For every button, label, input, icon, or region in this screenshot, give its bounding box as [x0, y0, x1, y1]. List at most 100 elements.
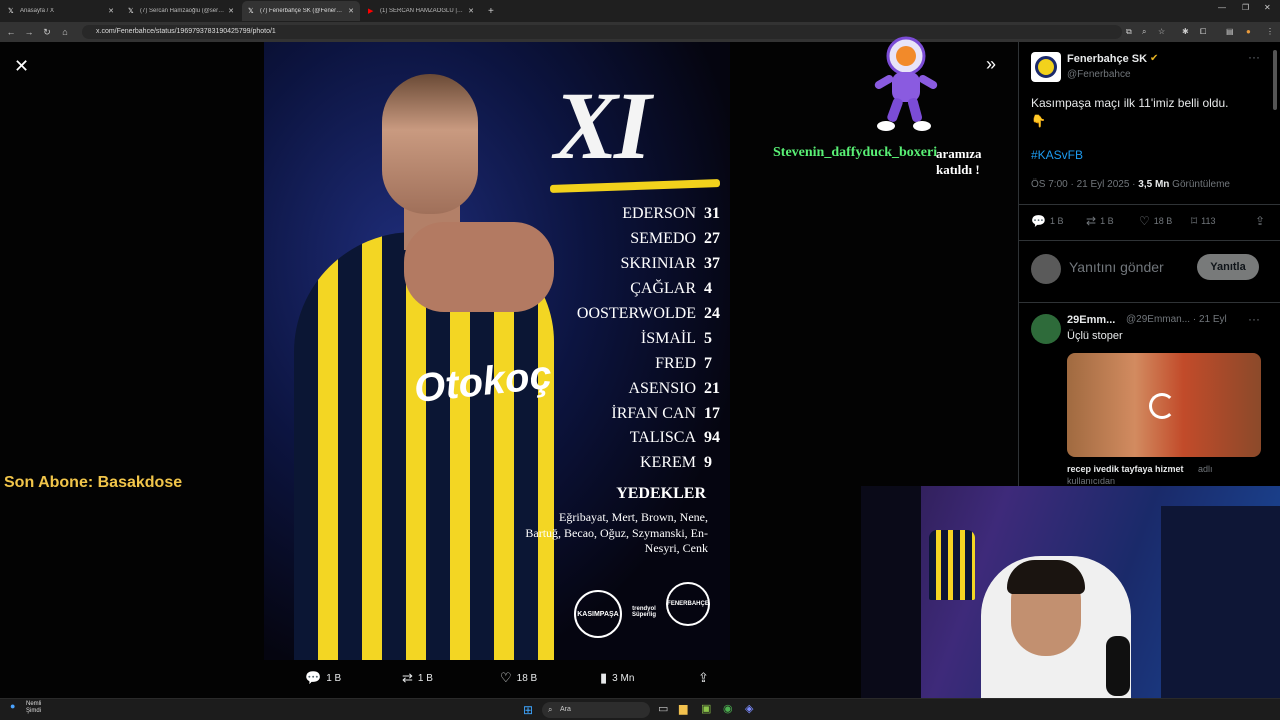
astronaut-alert-icon — [874, 36, 938, 131]
close-tab-icon[interactable]: ✕ — [228, 7, 234, 15]
close-tab-icon[interactable]: ✕ — [108, 7, 114, 15]
restore-icon[interactable]: ❐ — [1242, 3, 1249, 12]
file-explorer-icon[interactable]: ▆ — [679, 702, 687, 715]
tab-fenerbahce[interactable]: 𝕏 (7) Fenerbahçe SK (@Fenerbah ✕ — [242, 1, 360, 21]
discord-icon[interactable]: ◈ — [745, 702, 753, 715]
lineup-row: İRFAN CAN 17 — [534, 401, 730, 426]
share-button[interactable]: ⇪ — [698, 670, 714, 686]
weather-text: Nemli Şimdi — [26, 701, 66, 715]
search-placeholder: Ara — [560, 706, 571, 713]
extension-icon[interactable]: ✱ — [1182, 27, 1189, 36]
chrome-icon[interactable]: ◉ — [723, 702, 733, 715]
close-icon[interactable]: ✕ — [14, 56, 29, 77]
views-count: 3 Mn — [612, 672, 635, 684]
back-icon[interactable]: ← — [2, 27, 20, 37]
like-button[interactable]: ♡ 18 B — [500, 670, 537, 686]
minimize-icon[interactable]: — — [1218, 3, 1226, 12]
weather-line2: Şimdi — [26, 708, 42, 714]
user-avatar — [1031, 254, 1061, 284]
repost-button[interactable]: ⇄ 1 B — [402, 670, 433, 686]
windows-taskbar: ● Nemli Şimdi ⊞ ⌕ Ara ▭ ▆ ▣ ◉ ◈ — [0, 698, 1280, 720]
tab-youtube[interactable]: ▶ (1) SERCAN HAMZAOĞLU | FB ✕ — [362, 1, 480, 21]
x-icon: 𝕏 — [128, 8, 134, 15]
weather-line1: Nemli — [26, 701, 42, 707]
sidebar-icon[interactable]: ▤ — [1226, 27, 1234, 36]
media-caption[interactable]: recep ivedik tayfaya hizmet — [1067, 464, 1184, 474]
room-shelf — [861, 486, 921, 698]
reload-icon[interactable]: ↻ — [38, 27, 56, 38]
verified-badge-icon: ✔ — [1150, 53, 1159, 64]
player-number: 9 — [704, 454, 712, 472]
reply-media[interactable] — [1067, 353, 1261, 457]
lineup-row: FRED 7 — [534, 351, 730, 376]
windows-start-icon[interactable]: ⊞ — [523, 703, 533, 717]
browser-tab-bar: 𝕏 Anasayfa / X ✕ 𝕏 (7) Sercan Hamzaoğlu … — [0, 0, 1280, 22]
tweet-text: Kasımpaşa maçı ilk 11'imiz belli oldu. — [1031, 96, 1229, 110]
forward-icon[interactable]: → — [20, 27, 38, 37]
search-icon: ⌕ — [548, 705, 553, 714]
share-icon: ⇪ — [698, 670, 709, 685]
views-button[interactable]: ▮ 3 Mn — [600, 670, 634, 686]
club-crest — [1035, 56, 1057, 78]
player-number: 21 — [704, 379, 720, 397]
weather-icon: ● — [10, 701, 16, 711]
like-stat[interactable]: ♡ 18 B — [1139, 214, 1172, 228]
tab-sercan[interactable]: 𝕏 (7) Sercan Hamzaoğlu (@sercan ✕ — [122, 1, 240, 21]
superlig-logo: trendyol Süperlig — [626, 592, 662, 632]
kasimpasa-logo: KASIMPAŞA — [574, 590, 622, 638]
fenerbahce-avatar[interactable] — [1031, 52, 1061, 82]
tweet-body: Kasımpaşa maçı ilk 11'imiz belli oldu. 👇 — [1031, 94, 1271, 130]
taskbar-search[interactable]: ⌕ Ara — [542, 702, 650, 718]
media-caption-line2: kullanıcıdan — [1067, 476, 1116, 486]
tab-title: (7) Fenerbahçe SK (@Fenerbah — [260, 8, 345, 14]
player-name: İSMAİL — [640, 329, 696, 347]
like-count: 18 B — [516, 672, 538, 684]
player-number: 7 — [704, 354, 712, 372]
player-name: EDERSON — [622, 205, 696, 223]
lineup-row: OOSTERWOLDE 24 — [534, 302, 730, 327]
expand-panel-icon[interactable]: » — [986, 54, 996, 75]
bookmark-stat[interactable]: ⌑ 113 — [1191, 214, 1216, 228]
lineup-row: ÇAĞLAR 4 — [534, 277, 730, 302]
share-stat[interactable]: ⇪ — [1255, 214, 1269, 228]
tab-anasayfa[interactable]: 𝕏 Anasayfa / X ✕ — [2, 1, 120, 21]
new-tab-button[interactable]: + — [488, 6, 494, 17]
hashtag-link[interactable]: #KASvFB — [1031, 148, 1083, 162]
reply-author-name[interactable]: 29Emm... — [1067, 314, 1115, 326]
account-name[interactable]: Fenerbahçe SK — [1067, 53, 1147, 65]
reply-stat[interactable]: 💬 1 B — [1031, 214, 1063, 228]
repost-stat[interactable]: ⇄ 1 B — [1086, 214, 1114, 228]
store-icon[interactable]: ▣ — [701, 702, 711, 715]
heart-icon: ♡ — [500, 670, 512, 685]
close-window-icon[interactable]: ✕ — [1264, 3, 1271, 12]
install-icon[interactable]: ⧉ — [1126, 27, 1132, 37]
tweet-time[interactable]: ÖS 7:00 · 21 Eyl 2025 · — [1031, 179, 1138, 190]
player-name: SEMEDO — [630, 230, 696, 248]
url-input[interactable]: x.com/Fenerbahce/status/1969793783190425… — [82, 25, 1122, 39]
more-options-icon[interactable]: ··· — [1248, 312, 1260, 326]
zoom-icon[interactable]: ⌕ — [1142, 27, 1146, 37]
reply-author-avatar[interactable] — [1031, 314, 1061, 344]
reply-button[interactable]: 💬 1 B — [305, 670, 341, 686]
panel-scrollbar[interactable] — [1273, 50, 1277, 110]
reply-submit-button[interactable]: Yanıtla — [1197, 254, 1259, 280]
microphone — [1106, 636, 1130, 696]
reply-input[interactable]: Yanıtını gönder — [1069, 259, 1164, 275]
reply-icon: 💬 — [305, 670, 322, 685]
close-tab-icon[interactable]: ✕ — [348, 7, 354, 15]
puzzle-icon[interactable]: ⧠ — [1200, 27, 1206, 37]
pointing-down-emoji: 👇 — [1031, 114, 1046, 128]
logo-text: Süperlig — [631, 612, 656, 618]
profile-avatar-icon[interactable]: ● — [1246, 27, 1251, 36]
home-icon[interactable]: ⌂ — [56, 27, 74, 37]
starting-lineup: EDERSON 31 SEMEDO 27 SKRINIAR 37 ÇAĞLAR 4 OO… — [534, 202, 730, 476]
more-options-icon[interactable]: ··· — [1248, 50, 1260, 64]
task-view-icon[interactable]: ▭ — [658, 702, 668, 715]
account-handle[interactable]: @Fenerbahce — [1067, 69, 1131, 80]
close-tab-icon[interactable]: ✕ — [468, 7, 474, 15]
bookmark-star-icon[interactable]: ☆ — [1158, 27, 1165, 36]
reply-text: Üçlü stoper — [1067, 330, 1123, 342]
menu-icon[interactable]: ⋮ — [1266, 27, 1274, 36]
reply-author-handle[interactable]: @29Emman... · 21 Eyl — [1126, 314, 1227, 325]
reply-icon: 💬 — [1031, 214, 1046, 228]
